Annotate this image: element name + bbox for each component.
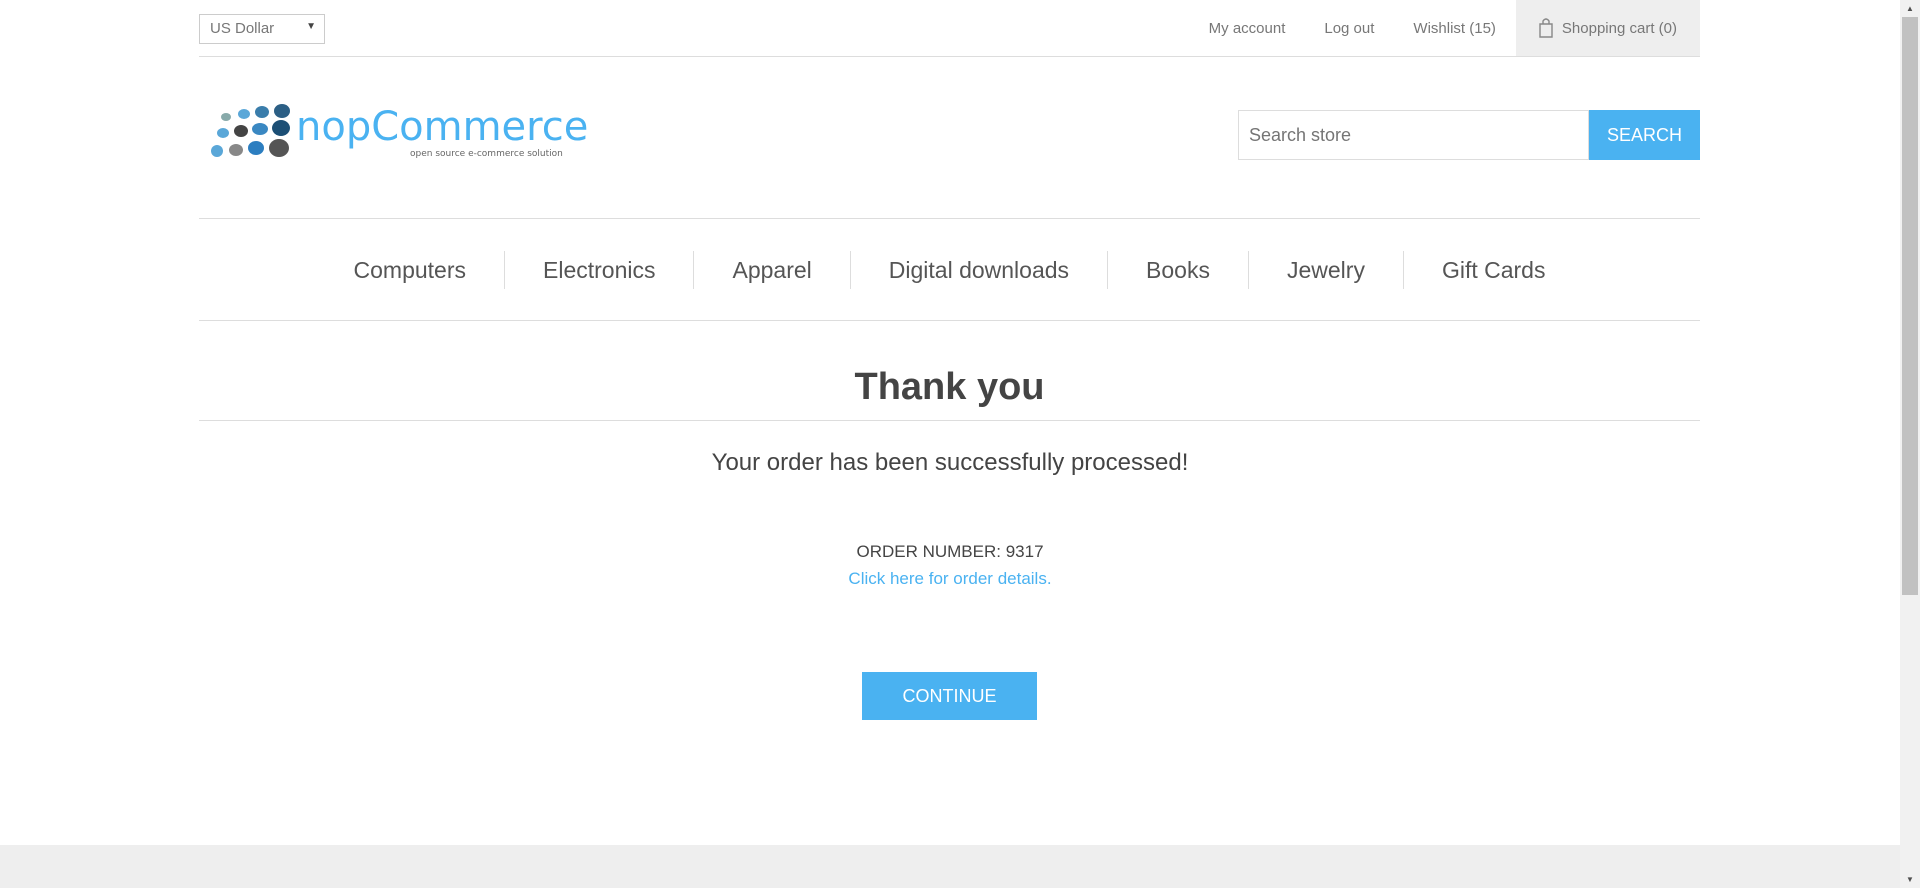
menu-item-gift-cards[interactable]: Gift Cards: [1404, 251, 1584, 289]
search-input[interactable]: [1238, 110, 1589, 160]
search-box: SEARCH: [1238, 110, 1700, 160]
scrollbar-thumb[interactable]: [1902, 17, 1918, 595]
order-success-message: Your order has been successfully process…: [711, 449, 1189, 476]
page-title-bar: Thank you: [199, 362, 1700, 421]
logo[interactable]: nopCommerce open source e-commerce solut…: [204, 100, 589, 168]
footer: [0, 845, 1900, 888]
page: US Dollar ▼ My account Log out Wishlist …: [0, 0, 1900, 888]
menu-item-apparel[interactable]: Apparel: [694, 251, 849, 289]
menu-item-jewelry[interactable]: Jewelry: [1249, 251, 1403, 289]
menu-item-computers[interactable]: Computers: [316, 251, 504, 289]
menu-item-digital-downloads[interactable]: Digital downloads: [851, 251, 1107, 289]
order-number: ORDER NUMBER: 9317: [856, 542, 1044, 561]
header-main: nopCommerce open source e-commerce solut…: [199, 0, 1700, 218]
nopcommerce-logo-icon: nopCommerce open source e-commerce solut…: [211, 104, 588, 159]
menu-item-electronics[interactable]: Electronics: [505, 251, 693, 289]
svg-text:open source e-commerce solutio: open source e-commerce solution: [410, 149, 563, 159]
page-scrollbar[interactable]: ▲ ▼: [1900, 0, 1920, 888]
scroll-down-icon[interactable]: ▼: [1900, 871, 1920, 888]
search-button[interactable]: SEARCH: [1589, 110, 1700, 160]
top-menu: Computers Electronics Apparel Digital do…: [199, 218, 1700, 321]
continue-button[interactable]: CONTINUE: [862, 672, 1037, 720]
menu-item-books[interactable]: Books: [1108, 251, 1248, 289]
page-title: Thank you: [854, 366, 1045, 408]
order-details-link[interactable]: Click here for order details.: [0, 569, 1900, 589]
svg-text:nopCommerce: nopCommerce: [296, 104, 588, 150]
scroll-up-icon[interactable]: ▲: [1900, 0, 1920, 17]
